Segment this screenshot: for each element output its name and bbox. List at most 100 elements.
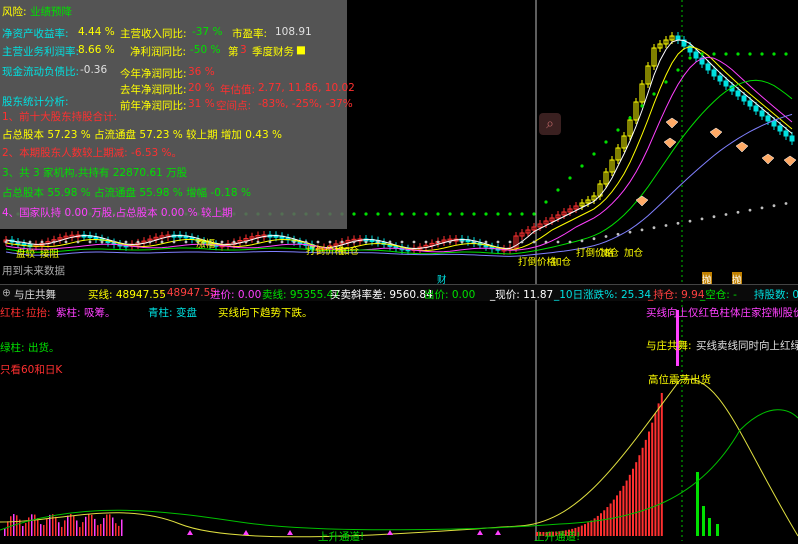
indicator-chart[interactable] [0,300,798,541]
quarter-suffix: 季度财务 [252,46,294,58]
indicator-value-2: 进价: 0.00 [210,289,262,301]
histogram-bar [596,515,599,536]
histogram-bar [55,516,57,536]
indicator-value-7: _10日涨跌%: 25.34 [554,289,652,301]
candle-body [693,51,699,59]
support-dot [532,240,536,244]
candle-body [705,63,711,71]
support-dot [484,212,488,216]
support-dot [148,240,152,244]
support-dot [784,52,788,56]
fundamentals-panel: 风险: 业绩预降 净资产收益率: 4.44 % 主营收入同比: -37 % 市盈… [0,0,355,229]
histogram-bar [702,506,705,536]
holders-line-5: 占总股本 55.98 % 占流通盘 55.98 % 增幅 -0.18 % [2,187,251,199]
support-dot [484,240,488,244]
legend-change: 变盘 [176,307,197,319]
candle-body [735,90,741,97]
profit-last-year-label: 去年净润同比: [120,84,187,96]
support-dot [436,240,440,244]
histogram-bar [600,513,602,536]
support-dot [268,240,272,244]
quarter-value: 3 [240,44,247,56]
support-dot [580,164,584,168]
magnifier-icon[interactable]: ⌕ [539,113,561,135]
rise-channel-label: 上升通道! [534,531,581,543]
support-dot [736,210,740,214]
kline-chart-area[interactable]: ⌕ 用到未来数据 盘较 接阻 涨幅 打倒价格 加仓 打倒价格 加仓 财 打倒价格… [0,0,798,286]
support-dot [760,206,764,210]
support-dot [760,52,764,56]
arrow-marker [387,530,393,535]
indicator-name[interactable]: 与庄共舞 [14,287,56,301]
support-dot [388,240,392,244]
support-dot [700,217,704,221]
signal-label: 盘较 [16,249,36,260]
future-data-note: 用到未来数据 [2,265,65,277]
diamond-marker [635,195,649,207]
histogram-bar [61,526,63,536]
support-dot [748,208,752,212]
histogram-bar [70,514,72,536]
indicator-value-9: _空仓: - [700,289,737,301]
support-dot [652,226,656,230]
histogram-bar [648,431,650,536]
arrow-marker [287,530,293,535]
support-dot [112,240,116,244]
histogram-bar [708,518,711,536]
support-dot [76,240,80,244]
holders-line-6: 4、国家队持 0.00 万股,占总股本 0.00 % 较上期 [2,207,233,219]
revenue-yoy-value: -37 % [192,26,223,38]
support-dot [424,212,428,216]
profit-last-year-value: 20 % [188,82,215,94]
support-dot [100,240,104,244]
arrow-marker [243,530,249,535]
legend-pull: 拉抬: [26,307,51,319]
support-dot [544,240,548,244]
indicator-value-0: 买线: 48947.55 [88,289,166,301]
indicator-bar[interactable]: ⊕ 与庄共舞 买线: 48947.55: 48947.55 进价: 0.00 卖线:… [0,284,798,301]
support-dot [136,240,140,244]
signal-label: 加仓 [600,248,620,259]
legend-watch: 只看60和日K [0,364,63,376]
histogram-bar [40,524,42,536]
histogram-bar [22,526,24,536]
support-dot [364,212,368,216]
signal-label: 打倒价格 [518,257,557,268]
support-dot [280,240,284,244]
support-dot [220,240,224,244]
candle-body [711,69,717,77]
support-dot [772,52,776,56]
support-dot [64,240,68,244]
support-dot [568,240,572,244]
histogram-bar [19,519,21,536]
support-dot [604,235,608,238]
support-dot [160,240,164,244]
support-dot [736,52,740,56]
support-dot [376,212,380,216]
legend-green: 绿柱: [0,342,25,354]
indicator-dropdown-icon[interactable]: ⊕ [2,287,11,299]
histogram-bar [635,462,638,536]
legend-dance: 与庄共舞: [646,340,692,352]
support-dot [256,240,260,244]
support-dot [688,56,692,60]
holders-title: 股东统计分析: [2,96,69,108]
signal-label: 涨幅 [196,239,216,250]
candle-body [777,125,783,132]
support-dot [640,104,644,108]
support-dot [52,240,56,244]
arrow-marker [477,530,483,535]
histogram-bar [657,403,660,536]
histogram-bar [654,413,657,536]
profit-this-year-value: 36 % [188,66,215,78]
legend-up-note: 买线向上仅红色柱体庄家控制股价 [646,307,798,319]
support-dot [544,200,548,204]
support-dot [412,240,416,244]
support-dot [520,212,524,216]
indicator-chart-area[interactable]: 红柱: 拉抬: 紫柱: 吸筹。 青柱: 变盘 买线向下趋势下跌。 买线向上仅红色… [0,300,798,543]
support-dot [640,228,644,232]
support-dot [28,240,32,244]
histogram-bar [16,515,18,536]
arrow-marker [187,530,193,535]
histogram-bar [616,495,618,536]
